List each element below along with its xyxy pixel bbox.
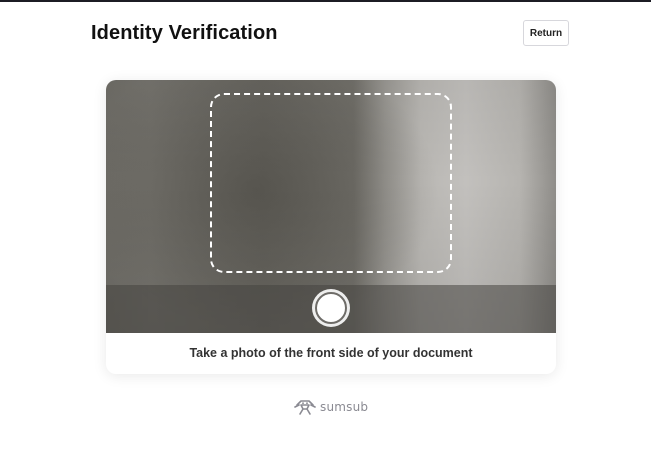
camera-preview [106,80,556,333]
header: Identity Verification Return [91,20,571,48]
capture-card: Take a photo of the front side of your d… [106,80,556,374]
capture-photo-button[interactable] [312,289,350,327]
brand-footer: sumsub [294,398,368,416]
document-frame-guide [210,93,452,273]
capture-instruction: Take a photo of the front side of your d… [189,346,473,360]
page-title: Identity Verification [91,22,278,44]
top-border [0,0,651,2]
return-button[interactable]: Return [523,20,569,46]
sumsub-logo-icon [294,400,316,415]
brand-name: sumsub [320,400,369,414]
